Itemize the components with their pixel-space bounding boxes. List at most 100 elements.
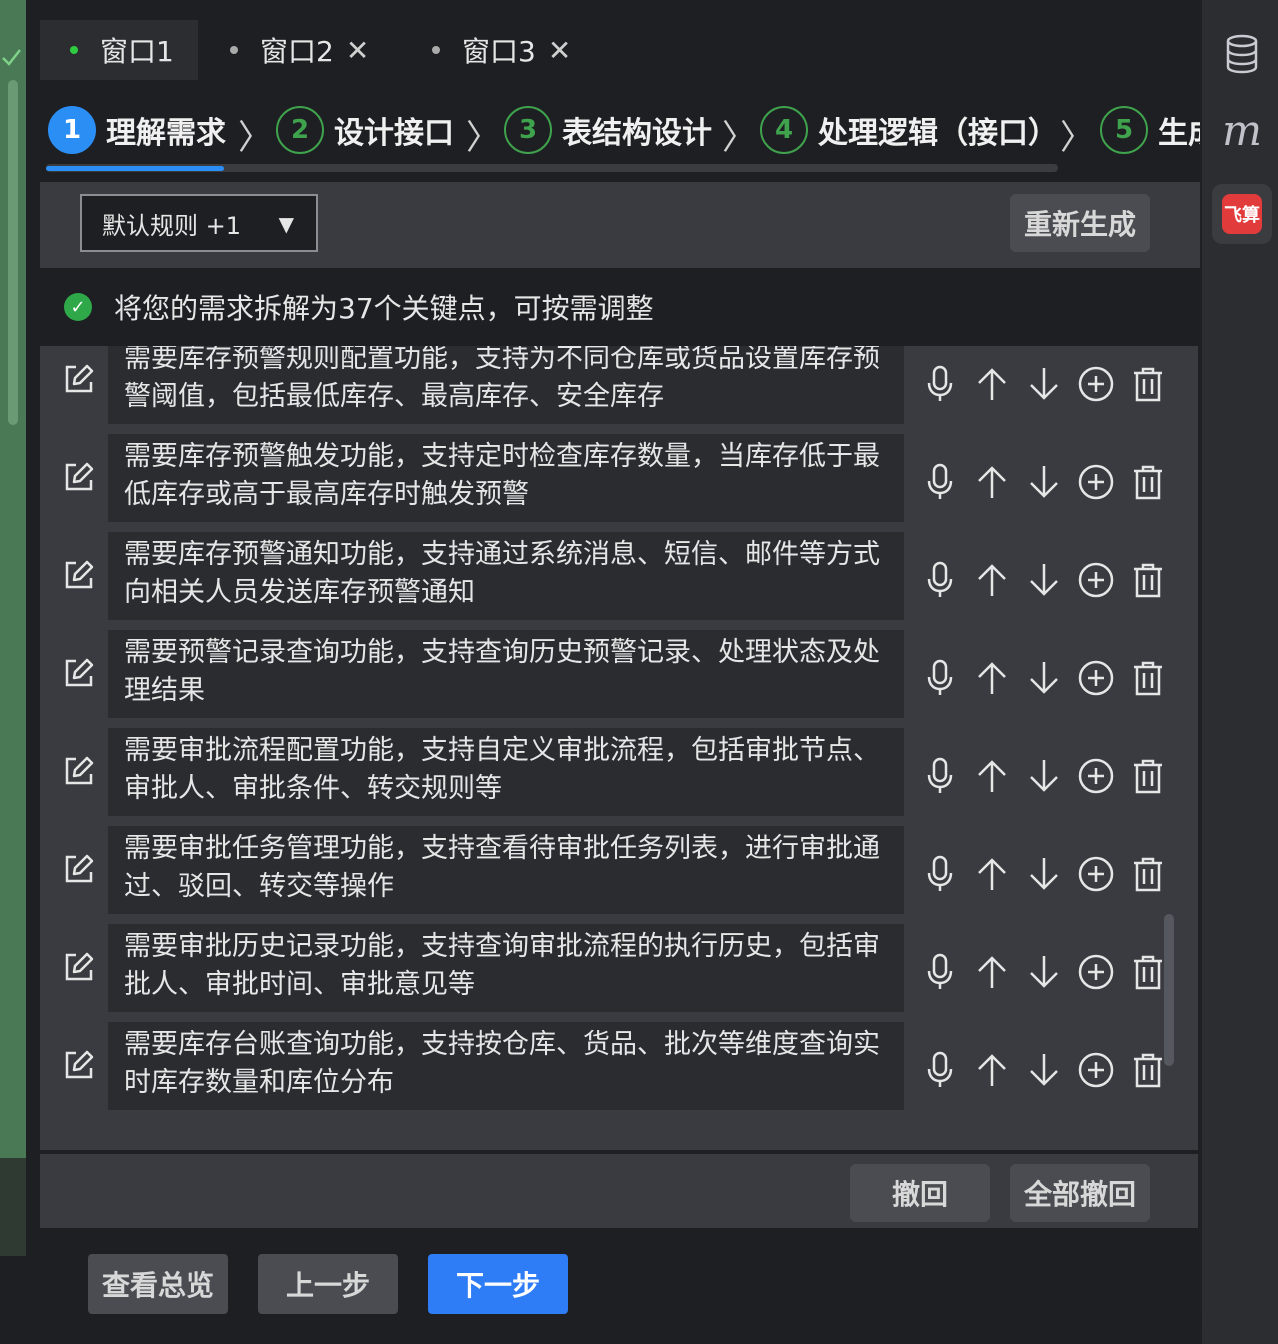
steps-scrollbar-thumb[interactable] — [46, 166, 224, 171]
caret-down-icon: ▼ — [278, 212, 294, 236]
arrow-up-icon[interactable] — [966, 364, 1018, 404]
edit-icon[interactable] — [62, 656, 96, 690]
arrow-down-icon[interactable] — [1018, 854, 1070, 894]
trash-icon[interactable] — [1122, 756, 1174, 796]
arrow-up-icon[interactable] — [966, 1050, 1018, 1090]
requirement-text[interactable]: 需要预警记录查询功能，支持查询历史预警记录、处理状态及处理结果 — [108, 630, 904, 718]
m-plugin-icon[interactable]: m — [1212, 100, 1272, 160]
tab-label: 窗口1 — [100, 35, 174, 68]
list-scrollbar[interactable] — [1164, 914, 1174, 1066]
step-number: 3 — [504, 106, 552, 154]
arrow-down-icon[interactable] — [1018, 560, 1070, 600]
feishu-logo: 飞算 — [1222, 194, 1262, 234]
arrow-up-icon[interactable] — [966, 462, 1018, 502]
chevron-right-icon: 〉 — [238, 118, 272, 158]
add-circle-icon[interactable] — [1070, 1050, 1122, 1090]
add-circle-icon[interactable] — [1070, 364, 1122, 404]
step-label: 处理逻辑（接口） — [818, 116, 1058, 151]
requirement-text[interactable]: 需要库存预警通知功能，支持通过系统消息、短信、邮件等方式向相关人员发送库存预警通… — [108, 532, 904, 620]
info-banner: ✓ 将您的需求拆解为37个关键点，可按需调整 — [40, 268, 1200, 346]
edit-icon[interactable] — [62, 852, 96, 886]
trash-icon[interactable] — [1122, 364, 1174, 404]
requirement-row: 需要库存预警通知功能，支持通过系统消息、短信、邮件等方式向相关人员发送库存预警通… — [40, 532, 1198, 620]
row-actions — [914, 560, 1174, 600]
requirement-text[interactable]: 需要库存预警规则配置功能，支持为不同仓库或货品设置库存预警阈值，包括最低库存、最… — [108, 346, 904, 424]
view-overview-button[interactable]: 查看总览 — [88, 1254, 228, 1314]
arrow-up-icon[interactable] — [966, 952, 1018, 992]
left-scrollbar[interactable] — [8, 80, 18, 425]
microphone-icon[interactable] — [914, 560, 966, 600]
edit-icon[interactable] — [62, 1048, 96, 1082]
row-actions — [914, 1050, 1174, 1090]
arrow-down-icon[interactable] — [1018, 1050, 1070, 1090]
tab-window-1[interactable]: 窗口1 — [40, 20, 198, 80]
edit-icon[interactable] — [62, 460, 96, 494]
undo-all-button[interactable]: 全部撤回 — [1010, 1164, 1150, 1222]
edit-icon[interactable] — [62, 754, 96, 788]
trash-icon[interactable] — [1122, 462, 1174, 502]
step-generate[interactable]: 5 生成 — [1100, 104, 1200, 156]
microphone-icon[interactable] — [914, 462, 966, 502]
prev-step-button[interactable]: 上一步 — [258, 1254, 398, 1314]
step-logic[interactable]: 4 处理逻辑（接口） — [760, 104, 1058, 156]
trash-icon[interactable] — [1122, 658, 1174, 698]
undo-button[interactable]: 撤回 — [850, 1164, 990, 1222]
next-step-button[interactable]: 下一步 — [428, 1254, 568, 1314]
requirement-row: 需要库存预警触发功能，支持定时检查库存数量，当库存低于最低库存或高于最高库存时触… — [40, 434, 1198, 522]
close-icon[interactable]: ✕ — [346, 34, 369, 67]
step-label: 表结构设计 — [562, 116, 712, 151]
step-number: 4 — [760, 106, 808, 154]
microphone-icon[interactable] — [914, 952, 966, 992]
check-icon — [0, 46, 24, 76]
requirement-text[interactable]: 需要审批任务管理功能，支持查看待审批任务列表，进行审批通过、驳回、转交等操作 — [108, 826, 904, 914]
step-number: 5 — [1100, 106, 1148, 154]
arrow-down-icon[interactable] — [1018, 462, 1070, 502]
step-design-api[interactable]: 2 设计接口 — [276, 104, 454, 156]
database-icon[interactable] — [1212, 24, 1272, 84]
edit-icon[interactable] — [62, 558, 96, 592]
step-table-design[interactable]: 3 表结构设计 — [504, 104, 712, 156]
add-circle-icon[interactable] — [1070, 952, 1122, 992]
add-circle-icon[interactable] — [1070, 756, 1122, 796]
dot-icon — [230, 46, 238, 54]
add-circle-icon[interactable] — [1070, 658, 1122, 698]
row-actions — [914, 756, 1174, 796]
feishu-plugin-icon[interactable]: 飞算 — [1212, 184, 1272, 244]
trash-icon[interactable] — [1122, 560, 1174, 600]
requirement-row: 需要预警记录查询功能，支持查询历史预警记录、处理状态及处理结果 — [40, 630, 1198, 718]
arrow-down-icon[interactable] — [1018, 756, 1070, 796]
arrow-down-icon[interactable] — [1018, 364, 1070, 404]
edit-icon[interactable] — [62, 362, 96, 396]
requirement-text[interactable]: 需要审批历史记录功能，支持查询审批流程的执行历史，包括审批人、审批时间、审批意见… — [108, 924, 904, 1012]
left-editor-strip — [0, 0, 26, 1256]
trash-icon[interactable] — [1122, 854, 1174, 894]
add-circle-icon[interactable] — [1070, 462, 1122, 502]
close-icon[interactable]: ✕ — [548, 34, 571, 67]
tab-window-3[interactable]: 窗口3 ✕ — [432, 20, 571, 80]
step-understand-requirements[interactable]: 1 理解需求 — [48, 104, 226, 156]
microphone-icon[interactable] — [914, 1050, 966, 1090]
requirement-row: 需要库存预警规则配置功能，支持为不同仓库或货品设置库存预警阈值，包括最低库存、最… — [40, 346, 1198, 424]
regenerate-button[interactable]: 重新生成 — [1010, 194, 1150, 252]
microphone-icon[interactable] — [914, 658, 966, 698]
add-circle-icon[interactable] — [1070, 854, 1122, 894]
requirement-text[interactable]: 需要库存台账查询功能，支持按仓库、货品、批次等维度查询实时库存数量和库位分布 — [108, 1022, 904, 1110]
rule-select[interactable]: 默认规则 +1 ▼ — [80, 194, 318, 252]
arrow-up-icon[interactable] — [966, 560, 1018, 600]
chevron-right-icon: 〉 — [1060, 118, 1094, 158]
arrow-down-icon[interactable] — [1018, 658, 1070, 698]
arrow-up-icon[interactable] — [966, 658, 1018, 698]
edit-icon[interactable] — [62, 950, 96, 984]
requirement-text[interactable]: 需要库存预警触发功能，支持定时检查库存数量，当库存低于最低库存或高于最高库存时触… — [108, 434, 904, 522]
arrow-down-icon[interactable] — [1018, 952, 1070, 992]
add-circle-icon[interactable] — [1070, 560, 1122, 600]
tab-label: 窗口3 — [462, 35, 536, 68]
arrow-up-icon[interactable] — [966, 854, 1018, 894]
requirement-text[interactable]: 需要审批流程配置功能，支持自定义审批流程，包括审批节点、审批人、审批条件、转交规… — [108, 728, 904, 816]
step-label: 生成 — [1158, 116, 1200, 151]
arrow-up-icon[interactable] — [966, 756, 1018, 796]
microphone-icon[interactable] — [914, 364, 966, 404]
microphone-icon[interactable] — [914, 854, 966, 894]
microphone-icon[interactable] — [914, 756, 966, 796]
tab-window-2[interactable]: 窗口2 ✕ — [230, 20, 369, 80]
